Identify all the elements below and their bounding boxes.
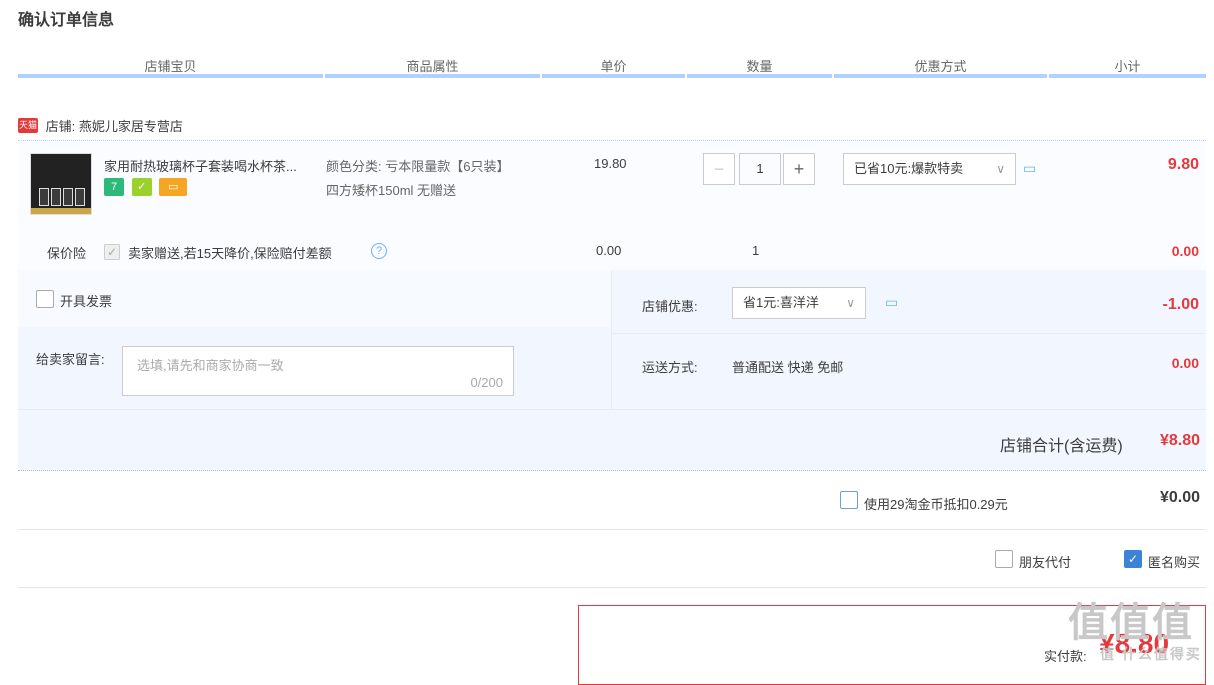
- product-badges: 7 ✓ ▭: [104, 178, 191, 196]
- divider: [18, 470, 1206, 471]
- header-divider: [1049, 74, 1206, 78]
- insurance-checkbox: ✓: [104, 244, 120, 260]
- tmall-icon: 天猫: [18, 118, 38, 133]
- shop-total-label: 店铺合计(含运费): [1000, 438, 1123, 455]
- col-header-unit-price: 单价: [600, 59, 627, 74]
- chat-bubble-icon[interactable]: ▭: [885, 294, 898, 311]
- divider: [18, 587, 1206, 588]
- panel-divider: [611, 270, 612, 410]
- shop-row: 天猫 店铺: 燕妮儿家居专营店: [18, 116, 183, 135]
- col-header-quantity: 数量: [746, 59, 773, 74]
- col-header-attributes: 商品属性: [406, 59, 459, 74]
- watermark-logo: 值 什么值得买 值值值: [1068, 601, 1202, 662]
- shipping-amount: 0.00: [1171, 355, 1199, 371]
- product-name[interactable]: 家用耐热玻璃杯子套装喝水杯茶...: [104, 156, 319, 175]
- help-icon[interactable]: ?: [371, 243, 387, 259]
- panel-divider: [18, 409, 1206, 410]
- anonymous-checkbox[interactable]: ✓: [1124, 550, 1142, 568]
- promotion-select[interactable]: 已省10元:爆款特卖 ∨: [843, 153, 1016, 185]
- friend-pay-label: 朋友代付: [1019, 555, 1072, 570]
- invoice-label: 开具发票: [60, 294, 113, 309]
- quantity-input[interactable]: 1: [739, 153, 781, 185]
- invoice-checkbox[interactable]: [36, 290, 54, 308]
- shop-name[interactable]: 店铺: 燕妮儿家居专营店: [46, 119, 183, 134]
- col-header-promotion: 优惠方式: [914, 59, 967, 74]
- insurance-quantity: 1: [752, 243, 760, 258]
- header-divider: [687, 74, 832, 78]
- quality-guarantee-icon[interactable]: ✓: [131, 178, 152, 196]
- header-divider: [834, 74, 1047, 78]
- insurance-price: 0.00: [596, 243, 622, 258]
- chevron-down-icon: ∨: [846, 296, 855, 310]
- message-textarea[interactable]: 选填,请先和商家协商一致 0/200: [122, 346, 514, 396]
- shop-discount-value: 省1元:喜洋洋: [743, 295, 819, 310]
- seven-day-return-icon[interactable]: 7: [104, 178, 124, 196]
- promotion-select-value: 已省10元:爆款特卖: [854, 161, 964, 176]
- message-counter: 0/200: [470, 375, 503, 390]
- coins-checkbox[interactable]: [840, 491, 858, 509]
- shop-discount-label: 店铺优惠:: [642, 299, 698, 314]
- shipping-value: 普通配送 快递 免邮: [732, 360, 844, 375]
- header-divider: [542, 74, 685, 78]
- col-header-shop-item: 店铺宝贝: [144, 59, 197, 74]
- chat-bubble-icon[interactable]: ▭: [1023, 160, 1036, 177]
- shipping-label: 运送方式:: [642, 360, 698, 375]
- message-label: 给卖家留言:: [36, 352, 105, 367]
- shop-total-amount: ¥8.80: [1159, 432, 1200, 449]
- page-title: 确认订单信息: [18, 12, 115, 29]
- credit-card-icon[interactable]: ▭: [159, 178, 188, 196]
- watermark-text: 值 什么值得买: [1100, 646, 1202, 662]
- coins-label: 使用29淘金币抵扣0.29元: [864, 497, 1008, 512]
- increase-quantity-button[interactable]: +: [783, 153, 815, 185]
- insurance-description: 卖家赠送,若15天降价,保险赔付差额: [128, 246, 332, 261]
- col-header-subtotal: 小计: [1114, 59, 1141, 74]
- header-divider: [325, 74, 540, 78]
- product-thumbnail[interactable]: [30, 153, 92, 215]
- friend-pay-checkbox[interactable]: [995, 550, 1013, 568]
- unit-price: 19.80: [594, 156, 627, 171]
- item-subtotal: 9.80: [1167, 156, 1199, 173]
- chevron-down-icon: ∨: [996, 162, 1005, 176]
- final-payment-label: 实付款:: [1044, 649, 1087, 664]
- product-attribute-color: 颜色分类: 亏本限量款【6只装】: [326, 159, 510, 174]
- product-attribute-size: 四方矮杯150ml 无赠送: [326, 183, 457, 198]
- shop-discount-amount: -1.00: [1162, 296, 1199, 313]
- insurance-label: 保价险: [47, 246, 87, 261]
- shop-discount-select[interactable]: 省1元:喜洋洋 ∨: [732, 287, 866, 319]
- header-divider: [18, 74, 323, 78]
- coins-amount: ¥0.00: [1159, 489, 1200, 506]
- panel-divider: [612, 333, 1206, 334]
- insurance-subtotal: 0.00: [1171, 243, 1199, 259]
- anonymous-label: 匿名购买: [1148, 555, 1201, 570]
- decrease-quantity-button[interactable]: −: [703, 153, 735, 185]
- message-placeholder: 选填,请先和商家协商一致: [137, 358, 284, 373]
- divider: [18, 529, 1206, 530]
